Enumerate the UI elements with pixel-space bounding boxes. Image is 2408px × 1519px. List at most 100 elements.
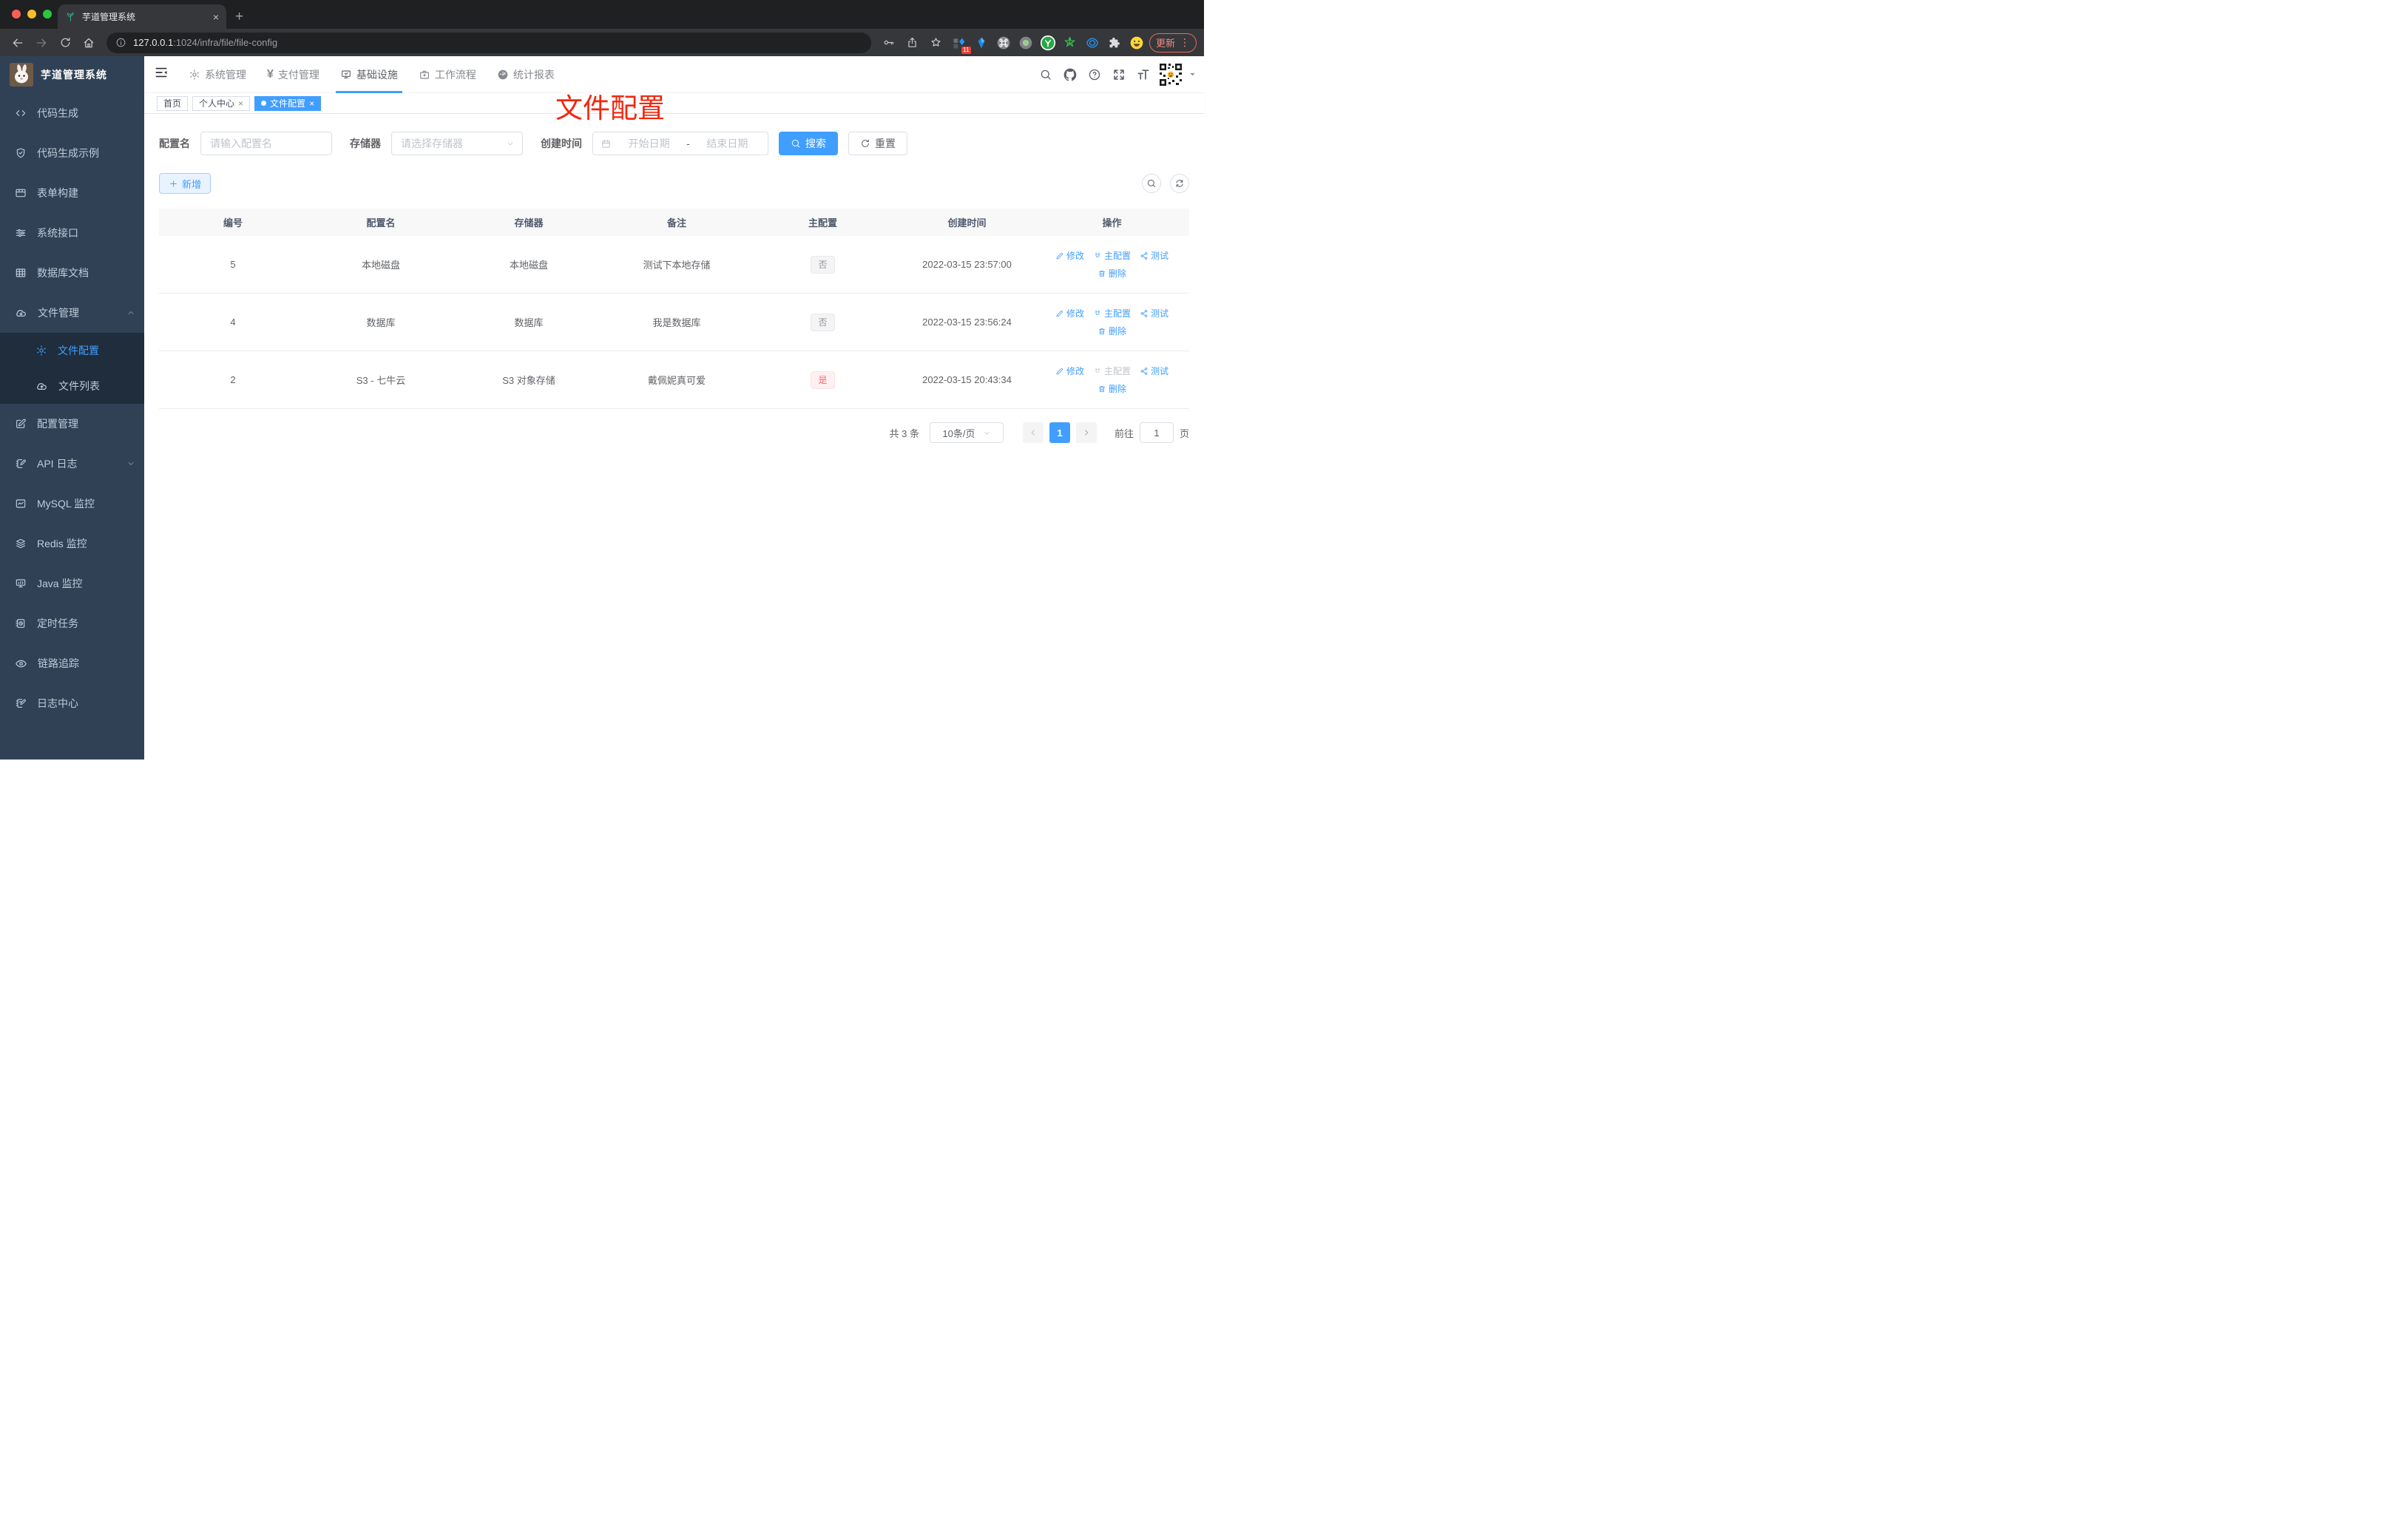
user-menu-caret-icon[interactable] <box>1188 70 1197 78</box>
active-tab-dot <box>261 101 267 106</box>
rabbit-logo-image <box>10 63 33 87</box>
share-icon[interactable] <box>902 33 923 53</box>
extensions-puzzle-icon[interactable] <box>1105 33 1124 53</box>
next-page-button[interactable] <box>1075 422 1097 443</box>
refresh-table-button[interactable] <box>1170 174 1189 193</box>
back-button[interactable] <box>7 33 28 53</box>
sidebar-item-log-center[interactable]: 日志中心 <box>0 683 144 723</box>
extension-command-icon[interactable] <box>994 33 1013 53</box>
goto-suffix: 页 <box>1179 427 1189 439</box>
page-tab-home[interactable]: 首页 <box>157 95 189 111</box>
extension-star-icon[interactable] <box>1061 33 1080 53</box>
edit-action-link[interactable]: 修改 <box>1055 249 1084 262</box>
tab-close-icon[interactable]: × <box>309 99 314 108</box>
page-number-button[interactable]: 1 <box>1049 422 1070 443</box>
sidebar-item-db-docs[interactable]: 数据库文档 <box>0 253 144 293</box>
user-avatar-qr[interactable] <box>1158 61 1183 87</box>
home-button[interactable] <box>78 33 99 53</box>
sidebar-item-config-management[interactable]: 配置管理 <box>0 404 144 444</box>
collapse-sidebar-icon[interactable] <box>144 65 178 84</box>
sidebar-item-code-generation[interactable]: 代码生成 <box>0 93 144 133</box>
fullscreen-icon[interactable] <box>1109 65 1129 84</box>
pagination-total: 共 3 条 <box>889 427 919 439</box>
help-icon[interactable] <box>1085 65 1104 84</box>
sidebar-item-form-builder[interactable]: 表单构建 <box>0 173 144 213</box>
column-header-created: 创建时间 <box>947 217 987 229</box>
extension-emoji-icon[interactable] <box>1127 33 1146 53</box>
sidebar-item-mysql-monitor[interactable]: MySQL 监控 <box>0 484 144 524</box>
config-name-input[interactable] <box>200 132 332 155</box>
goto-page-input[interactable] <box>1139 422 1174 443</box>
new-tab-button[interactable]: + <box>235 10 243 24</box>
toggle-search-button[interactable] <box>1142 174 1161 193</box>
font-size-icon[interactable] <box>1134 65 1153 84</box>
maximize-window-button[interactable] <box>43 10 52 18</box>
browser-tab[interactable]: 芋道管理系统 × <box>58 4 226 29</box>
edit-action-link[interactable]: 修改 <box>1055 365 1084 377</box>
github-icon[interactable] <box>1061 65 1080 84</box>
minimize-window-button[interactable] <box>27 10 36 18</box>
test-action-link[interactable]: 测试 <box>1140 249 1169 262</box>
delete-action-link[interactable]: 删除 <box>1098 325 1126 337</box>
extension-stats-icon[interactable]: 11 <box>950 33 971 54</box>
sidebar-item-file-management[interactable]: 文件管理 <box>0 293 144 333</box>
calendar-icon <box>602 139 610 148</box>
close-window-button[interactable] <box>12 10 21 18</box>
yen-icon: ¥ <box>267 67 274 81</box>
storage-select[interactable]: 请选择存储器 <box>391 132 523 155</box>
test-action-link[interactable]: 测试 <box>1140 365 1169 377</box>
extension-eye-icon[interactable] <box>1083 33 1102 53</box>
sidebar-item-api-log[interactable]: API 日志 <box>0 444 144 484</box>
master-config-action-link[interactable]: 主配置 <box>1093 249 1131 262</box>
sidebar-item-scheduled-tasks[interactable]: 定时任务 <box>0 603 144 643</box>
nav-item-system[interactable]: 系统管理 <box>178 56 257 93</box>
sidebar-item-file-list[interactable]: 文件列表 <box>0 368 144 404</box>
reset-button[interactable]: 重置 <box>848 132 907 155</box>
trash-icon <box>1098 328 1106 334</box>
search-button[interactable]: 搜索 <box>779 132 838 155</box>
delete-action-link[interactable]: 删除 <box>1098 267 1126 280</box>
nav-item-infrastructure[interactable]: 基础设施 <box>330 56 408 93</box>
date-end-placeholder[interactable]: 结束日期 <box>694 136 760 151</box>
sidebar-item-system-api[interactable]: 系统接口 <box>0 213 144 253</box>
search-icon[interactable] <box>1036 65 1055 84</box>
password-key-icon[interactable] <box>879 33 899 53</box>
nav-item-reports[interactable]: 统计报表 <box>487 56 565 93</box>
browser-menu-dots-icon[interactable]: ⋮ <box>1180 36 1190 49</box>
edit-square-icon <box>16 419 26 428</box>
address-bar[interactable]: 127.0.0.1:1024/infra/file/file-config <box>106 32 871 53</box>
extension-record-icon[interactable] <box>1016 33 1035 53</box>
page-tab-bar: 首页 个人中心 × 文件配置 × <box>144 93 1204 114</box>
nav-item-workflow[interactable]: 工作流程 <box>408 56 487 93</box>
master-config-action-link[interactable]: 主配置 <box>1093 307 1131 319</box>
delete-action-link[interactable]: 删除 <box>1098 382 1126 395</box>
chrome-update-button[interactable]: 更新 ⋮ <box>1149 33 1197 53</box>
page-size-select[interactable]: 10条/页 <box>929 422 1004 443</box>
sidebar-item-tracing[interactable]: 链路追踪 <box>0 643 144 683</box>
extension-y-icon[interactable] <box>1038 33 1058 53</box>
column-header-storage: 存储器 <box>514 217 544 229</box>
sidebar-item-code-demo[interactable]: 代码生成示例 <box>0 133 144 173</box>
page-content: 配置名 存储器 请选择存储器 创建时间 开始日期 - 结束日期 <box>144 114 1204 760</box>
table-row: 4 数据库 数据库 我是数据库 否 2022-03-15 23:56:24 修改… <box>159 294 1189 351</box>
date-start-placeholder[interactable]: 开始日期 <box>616 136 682 151</box>
shield-check-icon <box>16 148 25 158</box>
tab-close-icon[interactable]: × <box>238 99 243 108</box>
date-range-picker[interactable]: 开始日期 - 结束日期 <box>592 132 768 155</box>
add-button[interactable]: 新增 <box>159 173 212 194</box>
edit-action-link[interactable]: 修改 <box>1055 307 1084 319</box>
site-info-icon[interactable] <box>115 37 126 48</box>
page-tab-profile[interactable]: 个人中心 × <box>192 95 251 111</box>
sidebar-item-redis-monitor[interactable]: Redis 监控 <box>0 524 144 564</box>
nav-item-payment[interactable]: ¥ 支付管理 <box>257 56 330 93</box>
reload-button[interactable] <box>55 33 75 53</box>
page-tab-file-config[interactable]: 文件配置 × <box>254 95 322 111</box>
bookmark-star-icon[interactable] <box>926 33 947 53</box>
test-action-link[interactable]: 测试 <box>1140 307 1169 319</box>
sidebar-item-java-monitor[interactable]: Java 监控 <box>0 564 144 603</box>
forward-button[interactable] <box>31 33 52 53</box>
extension-kite-icon[interactable] <box>972 33 991 53</box>
tab-close-icon[interactable]: × <box>213 12 219 22</box>
sidebar-item-file-config[interactable]: 文件配置 <box>0 333 144 368</box>
prev-page-button[interactable] <box>1022 422 1044 443</box>
